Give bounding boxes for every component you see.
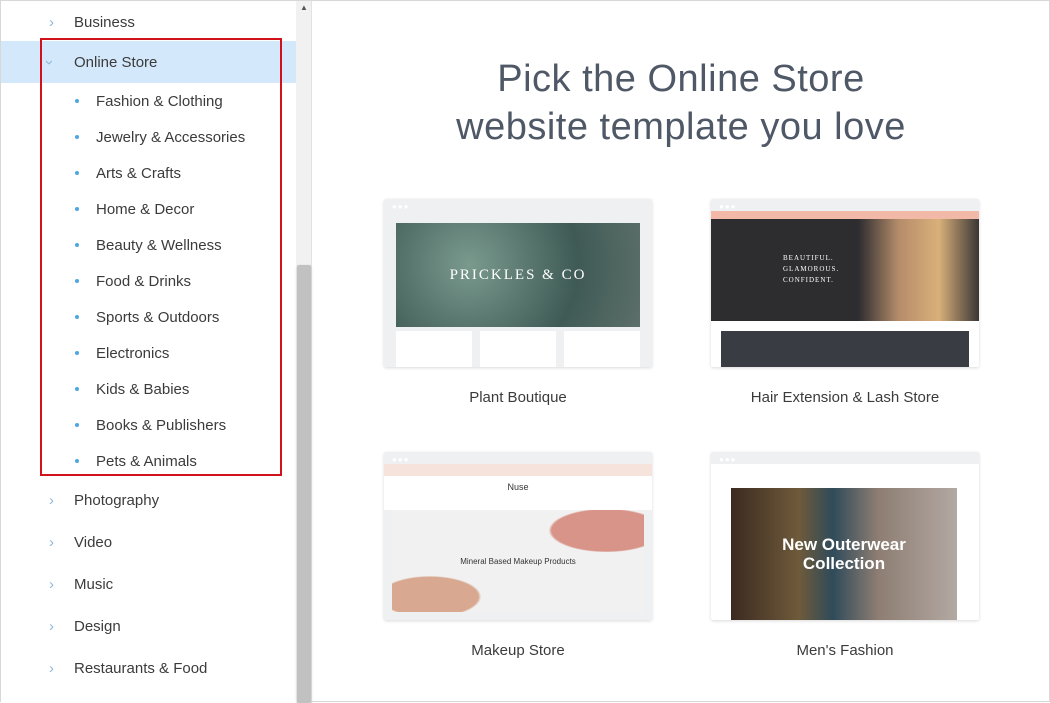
- subcategory-label: Beauty & Wellness: [96, 236, 222, 254]
- window-dots-icon: ●●●: [392, 202, 410, 211]
- bullet-icon: [75, 243, 79, 247]
- bullet-icon: [75, 279, 79, 283]
- template-name[interactable]: Plant Boutique: [384, 389, 652, 406]
- main-content: Pick the Online Store website template y…: [313, 1, 1049, 703]
- template-name[interactable]: Men's Fashion: [711, 642, 979, 659]
- scroll-up-arrow-icon[interactable]: ▲: [300, 3, 308, 12]
- title-line-2: website template you love: [456, 106, 906, 148]
- bullet-icon: [75, 315, 79, 319]
- category-item[interactable]: › Design: [1, 605, 296, 647]
- subcategory-label: Jewelry & Accessories: [96, 128, 246, 146]
- subcategory-label: Food & Drinks: [96, 272, 192, 290]
- window-dots-icon: ●●●: [719, 202, 737, 211]
- subcategory-item[interactable]: Beauty & Wellness: [1, 227, 296, 263]
- template-card-makeup-store[interactable]: ●●● Nuse Mineral Based Makeup Products M…: [384, 452, 652, 659]
- category-item[interactable]: › Video: [1, 521, 296, 563]
- subcategory-item[interactable]: Books & Publishers: [1, 407, 296, 443]
- subcategory-item[interactable]: Home & Decor: [1, 191, 296, 227]
- chevron-right-icon: ›: [49, 575, 54, 593]
- chevron-right-icon: ›: [49, 491, 54, 509]
- category-label: Online Store: [74, 53, 158, 71]
- bullet-icon: [75, 207, 79, 211]
- category-item[interactable]: › Restaurants & Food: [1, 647, 296, 689]
- template-preview[interactable]: ●●● BEAUTIFUL. GLAMOROUS. CONFIDENT.: [711, 199, 979, 367]
- template-name[interactable]: Makeup Store: [384, 642, 652, 659]
- category-label: Photography: [74, 491, 160, 509]
- subcategory-label: Electronics: [96, 344, 170, 362]
- category-label: Business: [74, 13, 135, 31]
- category-label: Music: [74, 575, 114, 593]
- bullet-icon: [75, 135, 79, 139]
- subcategory-item[interactable]: Jewelry & Accessories: [1, 119, 296, 155]
- category-business[interactable]: › Business: [1, 1, 296, 43]
- template-card-plant-boutique[interactable]: ●●● PRICKLES & CO Plant Boutique: [384, 199, 652, 406]
- chevron-right-icon: ›: [49, 533, 54, 551]
- template-preview[interactable]: ●●● New Outerwear Collection: [711, 452, 979, 620]
- preview-headline: Mineral Based Makeup Products: [460, 556, 576, 566]
- preview-brand: Nuse: [384, 476, 652, 510]
- scrollbar-thumb[interactable]: [297, 265, 311, 703]
- bullet-icon: [75, 99, 79, 103]
- template-preview[interactable]: ●●● PRICKLES & CO: [384, 199, 652, 367]
- title-line-1: Pick the Online Store: [497, 58, 865, 100]
- chevron-right-icon: ›: [49, 617, 54, 635]
- subcategory-label: Arts & Crafts: [96, 164, 182, 182]
- category-label: Video: [74, 533, 113, 551]
- category-item[interactable]: › Music: [1, 563, 296, 605]
- chevron-right-icon: ›: [49, 13, 54, 31]
- bullet-icon: [75, 423, 79, 427]
- subcategory-label: Sports & Outdoors: [96, 308, 220, 326]
- bullet-icon: [75, 171, 79, 175]
- template-name[interactable]: Hair Extension & Lash Store: [711, 389, 979, 406]
- subcategory-label: Home & Decor: [96, 200, 195, 218]
- subcategory-item[interactable]: Electronics: [1, 335, 296, 371]
- subcategory-label: Fashion & Clothing: [96, 92, 223, 110]
- category-label: Design: [74, 617, 121, 635]
- subcategory-item[interactable]: Food & Drinks: [1, 263, 296, 299]
- category-sidebar: › Business › Online Store Fashion & Clot…: [1, 1, 296, 703]
- preview-headline: PRICKLES & CO: [449, 266, 587, 283]
- subcategory-item[interactable]: Kids & Babies: [1, 371, 296, 407]
- subcategory-item[interactable]: Sports & Outdoors: [1, 299, 296, 335]
- bullet-icon: [75, 459, 79, 463]
- window-dots-icon: ●●●: [719, 455, 737, 464]
- chevron-right-icon: ›: [49, 659, 54, 677]
- chevron-down-icon: ›: [41, 59, 58, 65]
- category-label: Restaurants & Food: [74, 659, 208, 677]
- subcategory-label: Pets & Animals: [96, 452, 197, 470]
- window-dots-icon: ●●●: [392, 455, 410, 464]
- preview-headline: New Outerwear Collection: [782, 535, 906, 573]
- subcategory-label: Kids & Babies: [96, 380, 190, 398]
- subcategory-label: Books & Publishers: [96, 416, 227, 434]
- page-title: Pick the Online Store website template y…: [313, 55, 1049, 151]
- template-card-mens-fashion[interactable]: ●●● New Outerwear Collection Men's Fashi…: [711, 452, 979, 659]
- bullet-icon: [75, 351, 79, 355]
- subcategory-item[interactable]: Pets & Animals: [1, 443, 296, 479]
- sidebar-scrollbar[interactable]: ▲: [296, 1, 312, 703]
- preview-headline: BEAUTIFUL. GLAMOROUS. CONFIDENT.: [783, 254, 840, 284]
- template-preview[interactable]: ●●● Nuse Mineral Based Makeup Products: [384, 452, 652, 620]
- bullet-icon: [75, 387, 79, 391]
- template-card-hair-lash-store[interactable]: ●●● BEAUTIFUL. GLAMOROUS. CONFIDENT. Hai…: [711, 199, 979, 406]
- category-online-store[interactable]: › Online Store: [1, 41, 296, 83]
- subcategory-item[interactable]: Fashion & Clothing: [1, 83, 296, 119]
- subcategory-item[interactable]: Arts & Crafts: [1, 155, 296, 191]
- category-item[interactable]: › Photography: [1, 479, 296, 521]
